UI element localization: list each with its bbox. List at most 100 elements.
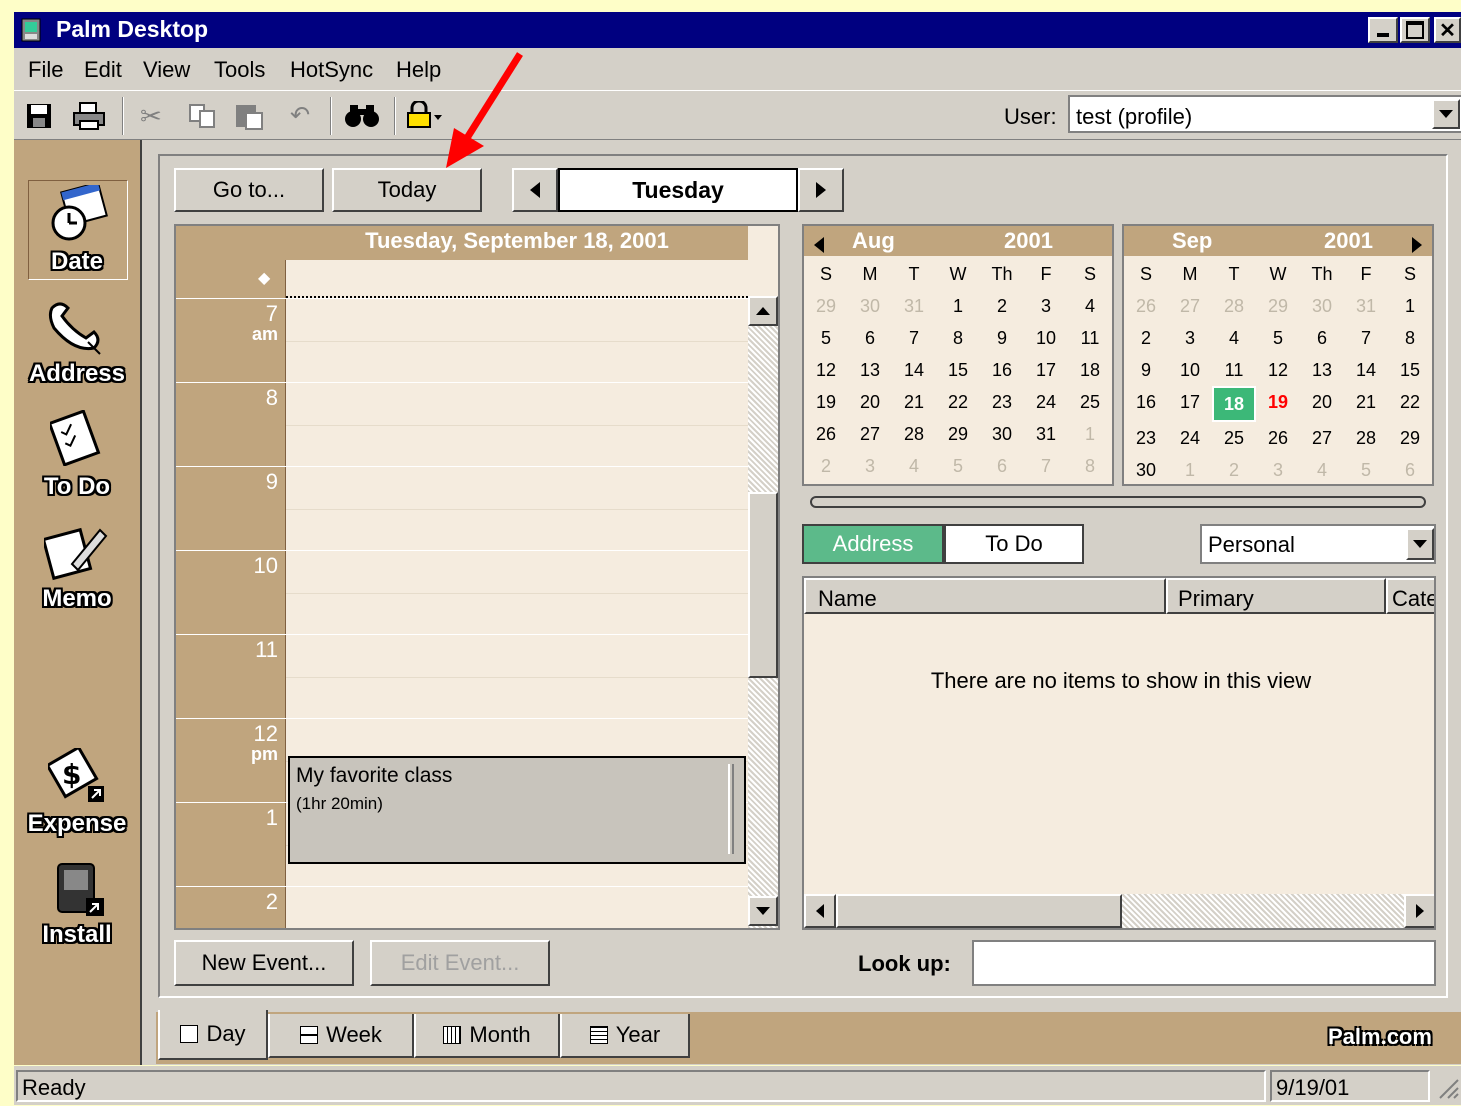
chevron-down-icon[interactable] [1406, 528, 1434, 560]
calendar-day[interactable]: 3 [848, 450, 892, 482]
calendar-day[interactable]: 1 [1388, 290, 1432, 322]
next-day-button[interactable] [798, 168, 844, 212]
sidebar-label-expense[interactable]: Expense [14, 810, 140, 838]
calendar-day[interactable]: 9 [980, 322, 1024, 354]
calendar-day[interactable]: 16 [1124, 386, 1168, 418]
calendar-day[interactable]: 20 [1300, 386, 1344, 418]
calendar-day[interactable]: 13 [1300, 354, 1344, 386]
calendar-day[interactable]: 4 [1212, 322, 1256, 354]
calendar-day[interactable]: 17 [1024, 354, 1068, 386]
calendar-day[interactable]: 4 [892, 450, 936, 482]
calendar-day[interactable]: 24 [1168, 422, 1212, 454]
calendar-day[interactable]: 12 [1256, 354, 1300, 386]
sidebar-label-date[interactable]: Date [14, 248, 140, 276]
paste-icon[interactable] [234, 101, 268, 131]
calendar-day[interactable]: 30 [980, 418, 1024, 450]
close-button[interactable]: ✕ [1434, 17, 1461, 43]
calendar-day[interactable]: 26 [1124, 290, 1168, 322]
calendar-day[interactable]: 8 [1388, 322, 1432, 354]
calendar-day[interactable]: 11 [1068, 322, 1112, 354]
next-month-arrow-icon[interactable] [1412, 233, 1422, 259]
calendar-day[interactable]: 22 [936, 386, 980, 418]
calendar-day[interactable]: 29 [936, 418, 980, 450]
calendar-day[interactable]: 3 [1256, 454, 1300, 486]
resize-grip-icon[interactable] [1436, 1076, 1460, 1100]
binoculars-icon[interactable] [344, 103, 380, 129]
calendar-day[interactable]: 27 [1300, 422, 1344, 454]
column-header-primary[interactable]: Primary [1166, 578, 1386, 614]
calendar-day[interactable]: 31 [1024, 418, 1068, 450]
maximize-button[interactable] [1400, 17, 1430, 43]
calendar-day[interactable]: 28 [892, 418, 936, 450]
calendar-day[interactable]: 8 [936, 322, 980, 354]
tab-address[interactable]: Address [802, 524, 944, 564]
calendar-day[interactable]: 16 [980, 354, 1024, 386]
hour-row[interactable] [286, 634, 748, 718]
calendar-day[interactable]: 5 [804, 322, 848, 354]
calendar-day[interactable]: 23 [1124, 422, 1168, 454]
prev-month-arrow-icon[interactable] [814, 233, 824, 259]
menu-tools[interactable]: Tools [214, 57, 265, 83]
calendar-day[interactable]: 3 [1024, 290, 1068, 322]
scroll-left-button[interactable] [804, 894, 836, 928]
calendar-day[interactable]: 27 [1168, 290, 1212, 322]
calendar-day[interactable]: 28 [1212, 290, 1256, 322]
hour-row[interactable] [286, 298, 748, 382]
menu-hotsync[interactable]: HotSync [290, 57, 373, 83]
hour-row[interactable] [286, 886, 748, 928]
calendar-day[interactable]: 4 [1300, 454, 1344, 486]
calendar-day[interactable]: 2 [1124, 322, 1168, 354]
scroll-right-button[interactable] [1404, 894, 1434, 928]
calendar-day[interactable]: 12 [804, 354, 848, 386]
tab-day[interactable]: Day [158, 1010, 268, 1060]
calendar-day[interactable]: 26 [1256, 422, 1300, 454]
calendar-day[interactable]: 5 [1256, 322, 1300, 354]
scroll-thumb[interactable] [748, 492, 778, 678]
menu-view[interactable]: View [143, 57, 190, 83]
calendar-day[interactable]: 8 [1068, 450, 1112, 482]
today-button[interactable]: Today [332, 168, 482, 212]
menu-edit[interactable]: Edit [84, 57, 122, 83]
day-scrollbar[interactable] [748, 296, 778, 928]
sidebar-label-install[interactable]: Install [14, 921, 140, 949]
new-event-button[interactable]: New Event... [174, 940, 354, 986]
calendar-day[interactable]: 30 [1124, 454, 1168, 486]
calendar-day[interactable]: 21 [892, 386, 936, 418]
calendar-day[interactable]: 10 [1168, 354, 1212, 386]
calendar-day[interactable]: 4 [1068, 290, 1112, 322]
pane-splitter[interactable] [810, 496, 1426, 508]
calendar-day[interactable]: 25 [1068, 386, 1112, 418]
calendar-day[interactable]: 24 [1024, 386, 1068, 418]
calendar-day[interactable]: 15 [936, 354, 980, 386]
calendar-day[interactable]: 2 [804, 450, 848, 482]
column-header-category[interactable]: Cate [1386, 578, 1434, 614]
scroll-up-button[interactable] [748, 296, 778, 326]
calendar-day[interactable]: 30 [848, 290, 892, 322]
calendar-day[interactable]: 13 [848, 354, 892, 386]
sidebar-label-todo[interactable]: To Do [14, 473, 140, 501]
calendar-day[interactable]: 30 [1300, 290, 1344, 322]
tab-year[interactable]: Year [560, 1014, 690, 1058]
calendar-day[interactable]: 10 [1024, 322, 1068, 354]
calendar-day[interactable]: 26 [804, 418, 848, 450]
event-resize-handle[interactable] [728, 764, 734, 854]
calendar-day[interactable]: 28 [1344, 422, 1388, 454]
calendar-day[interactable]: 22 [1388, 386, 1432, 418]
menu-file[interactable]: File [28, 57, 63, 83]
calendar-day-selected[interactable]: 18 [1212, 386, 1256, 422]
undo-icon[interactable]: ↶ [290, 101, 310, 130]
calendar-day[interactable]: 7 [892, 322, 936, 354]
calendar-day[interactable]: 6 [1388, 454, 1432, 486]
calendar-day[interactable]: 7 [1344, 322, 1388, 354]
calendar-day[interactable]: 1 [1168, 454, 1212, 486]
calendar-day[interactable]: 5 [1344, 454, 1388, 486]
calendar-day-today[interactable]: 19 [1256, 386, 1300, 418]
menu-help[interactable]: Help [396, 57, 441, 83]
calendar-day[interactable]: 2 [980, 290, 1024, 322]
tab-month[interactable]: Month [414, 1014, 560, 1058]
save-icon[interactable] [26, 103, 52, 129]
lookup-input[interactable] [972, 940, 1436, 986]
minimize-button[interactable] [1368, 17, 1398, 43]
print-icon[interactable] [72, 101, 106, 131]
calendar-day[interactable]: 21 [1344, 386, 1388, 418]
